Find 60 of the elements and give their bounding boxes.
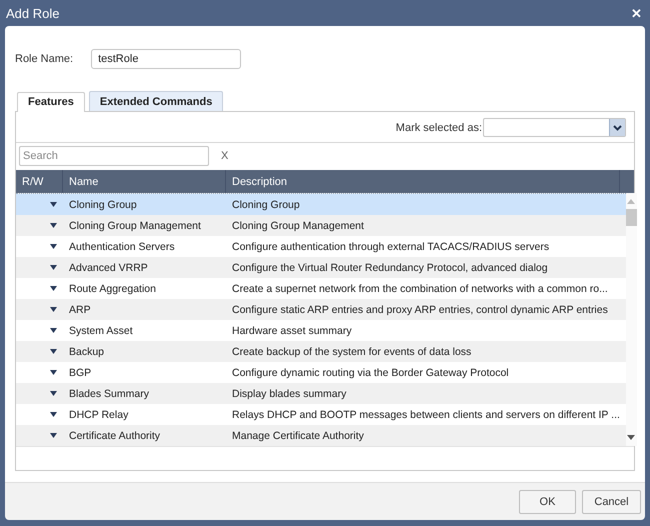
table-row[interactable]: Blades Summary Display blades summary [16,383,626,404]
cancel-button[interactable]: Cancel [582,490,641,514]
table-row[interactable]: Cloning Group Cloning Group [16,194,626,215]
table-cell-text: Cloning Group [68,198,138,210]
role-name-label: Role Name: [15,53,74,65]
mark-selected-label: Mark selected as: [396,122,482,134]
table-cell-text: Create backup of the system for events of data loss [231,346,472,358]
column-header[interactable]: R/W [16,170,63,193]
table-cell-text: Create a supernet network from the combination of networks with a common ro... [231,282,609,294]
scroll-thumb[interactable] [626,209,637,226]
role-name-field[interactable]: testRole [91,49,242,69]
table-cell-text: Configure authentication through external TACACS/RADIUS servers [231,240,550,252]
table-cell-text: Manage Certificate Authority [231,430,365,442]
caret-icon[interactable] [50,412,57,417]
ok-button[interactable]: OK [519,490,576,514]
tab[interactable]: Extended Commands [88,91,224,111]
scrollbar[interactable] [626,193,637,446]
table-cell-text: DHCP Relay [68,408,130,420]
caret-icon[interactable] [50,433,57,438]
table-cell-text: Cloning Group Management [68,220,202,232]
table-cell-text: Hardware asset summary [231,324,353,336]
table-row[interactable]: ARP Configure static ARP entries and proxy ARP entries, control dynamic ARP entries [16,299,626,320]
table-cell-text: Backup [68,346,106,358]
table-cell-text: ARP [68,304,92,316]
caret-icon[interactable] [50,244,57,249]
caret-icon[interactable] [50,349,57,354]
table-cell-text: BGP [68,366,92,378]
caret-icon[interactable] [50,202,57,207]
table-cell-text: Configure dynamic routing via the Border Gateway Protocol [231,366,510,378]
table-cell-text: Relays DHCP and BOOTP messages between clients and servers on different IP ... [231,408,621,420]
caret-icon[interactable] [50,307,57,312]
table-cell-text: Display blades summary [231,388,348,400]
close-button[interactable]: ✕ [629,6,644,20]
table-row[interactable]: Cloning Group Management Cloning Group Management [16,215,626,236]
table-cell-text: Authentication Servers [68,240,176,252]
table-row[interactable]: Advanced VRRP Configure the Virtual Router Redundancy Protocol, advanced dialog [16,257,626,278]
caret-icon[interactable] [50,286,57,291]
column-header[interactable]: Name [63,170,226,193]
table-cell-text: Route Aggregation [68,282,157,294]
table-row[interactable]: Certificate Authority Manage Certificate Authority [16,425,626,446]
caret-icon[interactable] [50,391,57,396]
table-cell-text: Blades Summary [68,388,150,400]
clear-search-button[interactable]: X [218,150,232,162]
table-cell-text: Advanced VRRP [68,262,149,274]
window-title: Add Role [6,6,60,20]
table-row[interactable]: Backup Create backup of the system for events of data loss [16,341,626,362]
table-cell-text: Configure static ARP entries and proxy ARP entries, control dynamic ARP entries [231,304,609,316]
scroll-down-icon[interactable] [627,435,636,440]
caret-icon[interactable] [50,328,57,333]
table-cell-text: Cloning Group [231,198,301,210]
column-header[interactable]: Description [226,170,620,193]
table-cell-text: System Asset [68,324,134,336]
caret-icon[interactable] [50,265,57,270]
tab[interactable]: Features [17,92,85,112]
table-cell-text: Cloning Group Management [231,220,365,232]
table-cell-text: Configure the Virtual Router Redundancy Protocol, advanced dialog [231,262,549,274]
table-cell-text: Certificate Authority [68,430,162,442]
caret-icon[interactable] [50,370,57,375]
caret-icon[interactable] [50,223,57,228]
search-field[interactable]: Search [19,146,209,166]
